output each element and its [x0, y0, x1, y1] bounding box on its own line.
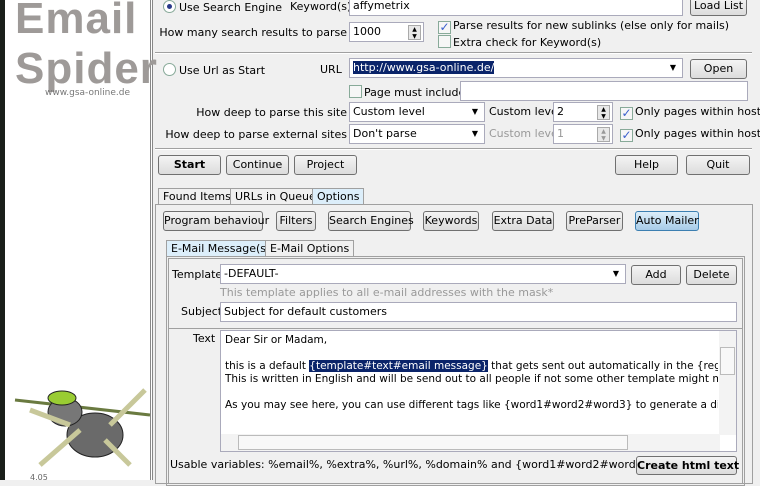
text-line: this is a default {template#text#email m… [225, 360, 718, 372]
keyword-input[interactable]: affymetrix [349, 0, 683, 16]
add-button[interactable]: Add [631, 265, 681, 285]
extra-check-checkbox[interactable]: Extra check for Keyword(s) [438, 35, 601, 49]
help-button[interactable]: Help [615, 155, 678, 175]
horizontal-scrollbar[interactable] [221, 434, 720, 451]
results-label: How many search results to parse [159, 26, 347, 39]
custom-level-label: Custom level [489, 105, 561, 118]
subject-label: Subject [181, 305, 223, 318]
search-engines-button[interactable]: Search Engines [328, 211, 414, 231]
open-button[interactable]: Open [690, 59, 747, 79]
scrollbar-thumb[interactable] [238, 435, 628, 450]
tab-urls-in-queue[interactable]: URLs in Queue [230, 188, 321, 205]
results-spin-input[interactable]: 1000 ▲ ▼ [349, 22, 424, 42]
text-memo[interactable]: Dear Sir or Madam, this is a default {te… [220, 330, 737, 452]
custom-level-spin[interactable]: 2 ▲ ▼ [553, 102, 613, 122]
subject-input[interactable]: Subject for default customers [220, 302, 737, 322]
deep-ext-label: How deep to parse external sites [165, 128, 347, 141]
keyword-label: Keyword(s) [290, 0, 352, 13]
subtab-email-options[interactable]: E-Mail Options [265, 240, 355, 257]
deep-site-combo[interactable]: Custom level ▼ [349, 102, 485, 122]
keywords-button[interactable]: Keywords [423, 211, 479, 231]
logo-line1: Email [15, 0, 138, 43]
auto-mailer-button[interactable]: Auto Mailer [635, 211, 699, 231]
program-behaviour-button[interactable]: Program behaviour [163, 211, 269, 231]
subtab-email-messages[interactable]: E-Mail Message(s) [166, 240, 276, 257]
divider [169, 328, 742, 329]
text-line: This is written in English and will be s… [225, 373, 718, 385]
template-label: Template [172, 268, 223, 281]
quit-button[interactable]: Quit [686, 155, 750, 175]
load-list-button[interactable]: Load List [690, 0, 747, 16]
deep-ext-combo[interactable]: Don't parse ▼ [349, 124, 485, 144]
url-label: URL [320, 63, 342, 76]
parse-sublinks-checkbox[interactable]: ✓ Parse results for new sublinks (else on… [438, 19, 729, 34]
continue-button[interactable]: Continue [226, 155, 289, 175]
logo-url: www.gsa-online.de [45, 88, 131, 98]
tab-options[interactable]: Options [312, 188, 365, 205]
scrollbar-thumb[interactable] [720, 347, 735, 375]
only-host-checkbox[interactable]: ✓ Only pages within host [620, 105, 760, 120]
use-search-engine-radio[interactable]: Use Search Engine [163, 0, 282, 14]
start-button[interactable]: Start [158, 155, 221, 175]
preparser-button[interactable]: PreParser [566, 211, 623, 231]
divider [155, 52, 752, 54]
vertical-scrollbar[interactable] [719, 331, 736, 435]
deep-site-label: How deep to parse this site [196, 106, 347, 119]
template-hint: This template applies to all e-mail addr… [220, 286, 554, 299]
template-combo[interactable]: -DEFAULT- ▼ [220, 264, 626, 284]
text-label: Text [193, 332, 216, 345]
use-url-radio[interactable]: Use Url as Start [163, 63, 265, 77]
custom-level-ext-label: Custom level [489, 127, 561, 140]
tab-found-items[interactable]: Found Items [158, 188, 236, 205]
only-host-ext-checkbox[interactable]: ✓ Only pages within host [620, 127, 760, 142]
chevron-down-icon: ▼ [669, 63, 676, 72]
filters-button[interactable]: Filters [276, 211, 316, 231]
delete-button[interactable]: Delete [686, 265, 737, 285]
url-combo[interactable]: http://www.gsa-online.de/▼ [349, 58, 683, 78]
page-must-include-input[interactable] [460, 81, 748, 101]
create-html-text-button[interactable]: Create html text [636, 456, 739, 475]
spider-mascot-icon [14, 388, 151, 467]
version-label: 4.05 [30, 473, 48, 482]
project-button[interactable]: Project [294, 155, 357, 175]
usable-variables-label: Usable variables: %email%, %extra%, %url… [170, 458, 651, 471]
extra-data-button[interactable]: Extra Data [492, 211, 554, 231]
divider [155, 148, 752, 150]
logo-line2: Spider [15, 44, 158, 93]
page-must-include-checkbox[interactable]: Page must include [349, 85, 465, 99]
logo-panel: Email Spider www.gsa-online.de 4.05 [0, 0, 157, 482]
text-line: As you may see here, you can use differe… [225, 399, 718, 411]
custom-level-ext-spin[interactable]: 1 ▲ ▼ [553, 124, 613, 144]
text-line: Dear Sir or Madam, [225, 334, 328, 346]
